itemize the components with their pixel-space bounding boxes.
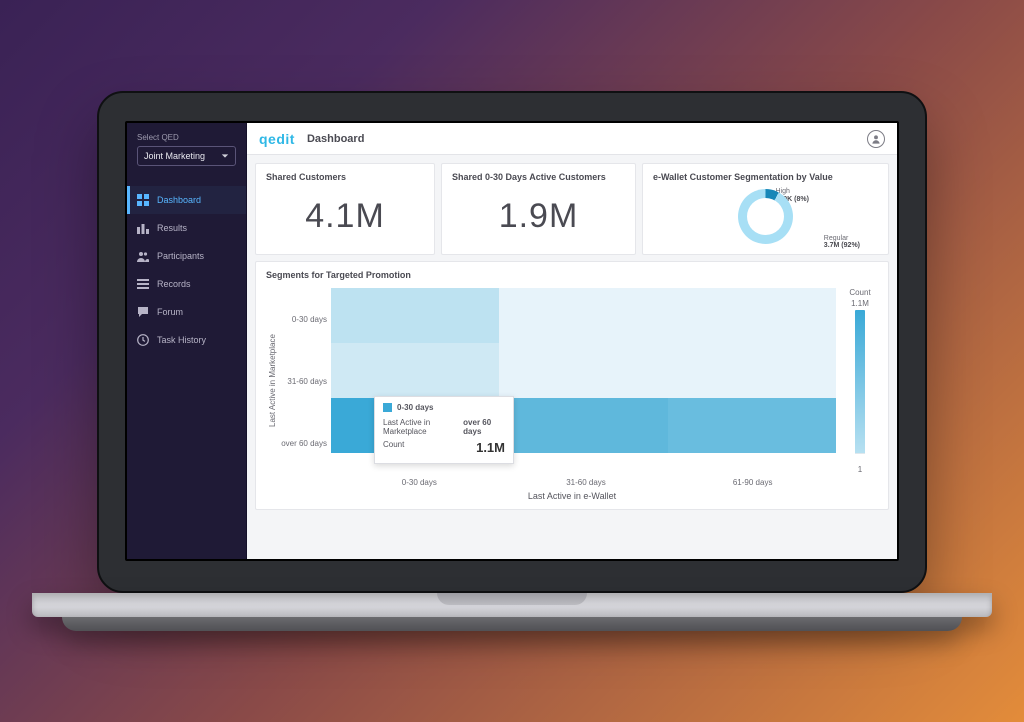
sidebar-item-records[interactable]: Records	[127, 270, 246, 298]
metric-value: 1.9M	[452, 186, 625, 246]
clock-icon	[137, 334, 149, 346]
qed-select-label: Select QED	[137, 133, 236, 142]
qed-select[interactable]: Joint Marketing	[137, 146, 236, 166]
card-title: Segments for Targeted Promotion	[266, 270, 878, 280]
list-icon	[137, 278, 149, 290]
legend-gradient	[855, 310, 865, 463]
metric-value: 4.1M	[266, 186, 424, 246]
sidebar-item-label: Dashboard	[157, 195, 201, 205]
heatmap-row: Segments for Targeted Promotion Last Act…	[255, 261, 889, 510]
laptop-lid: Select QED Joint Marketing Dashboard Res…	[97, 91, 927, 593]
card-title: e-Wallet Customer Segmentation by Value	[653, 172, 878, 182]
heatmap-cell[interactable]	[668, 288, 836, 343]
card-title: Shared Customers	[266, 172, 424, 182]
user-avatar[interactable]	[867, 130, 885, 148]
brand-logo: qedit	[259, 131, 295, 147]
heatmap-body: Last Active in Marketplace 0-30 days 31-…	[266, 284, 878, 474]
heatmap-cell[interactable]	[668, 398, 836, 453]
heatmap-ylabel: Last Active in Marketplace	[266, 288, 279, 474]
heatmap-legend: Count 1.1M 1	[836, 288, 878, 474]
sidebar-item-label: Records	[157, 279, 191, 289]
heatmap-tooltip: 0-30 days Last Active in Marketplace ove…	[374, 396, 514, 464]
sidebar-item-label: Results	[157, 223, 187, 233]
heatmap-cell[interactable]	[331, 343, 499, 398]
card-shared-customers: Shared Customers 4.1M	[255, 163, 435, 255]
user-icon	[871, 134, 881, 144]
sidebar-item-task-history[interactable]: Task History	[127, 326, 246, 354]
content: Shared Customers 4.1M Shared 0-30 Days A…	[247, 155, 897, 559]
laptop-frame: Select QED Joint Marketing Dashboard Res…	[97, 91, 927, 631]
main: qedit Dashboard Shared Customers 4.1M	[247, 123, 897, 559]
heatmap-cell[interactable]	[331, 288, 499, 343]
sidebar-item-results[interactable]: Results	[127, 214, 246, 242]
chevron-down-icon	[221, 152, 229, 160]
sidebar-item-participants[interactable]: Participants	[127, 242, 246, 270]
sidebar-item-forum[interactable]: Forum	[127, 298, 246, 326]
card-heatmap: Segments for Targeted Promotion Last Act…	[255, 261, 889, 510]
topbar: qedit Dashboard	[247, 123, 897, 155]
bar-chart-icon	[137, 222, 149, 234]
people-icon	[137, 250, 149, 262]
sidebar-item-label: Forum	[157, 307, 183, 317]
sidebar-item-label: Task History	[157, 335, 206, 345]
app-screen: Select QED Joint Marketing Dashboard Res…	[125, 121, 899, 561]
sidebar-top: Select QED Joint Marketing	[127, 123, 246, 172]
metrics-row: Shared Customers 4.1M Shared 0-30 Days A…	[255, 163, 889, 255]
page-title: Dashboard	[307, 133, 364, 145]
card-title: Shared 0-30 Days Active Customers	[452, 172, 625, 182]
card-segmentation-donut: e-Wallet Customer Segmentation by Value …	[642, 163, 889, 255]
sidebar-item-dashboard[interactable]: Dashboard	[127, 186, 246, 214]
donut-label-regular: Regular 3.7M (92%)	[824, 235, 860, 250]
sidebar: Select QED Joint Marketing Dashboard Res…	[127, 123, 247, 559]
laptop-base	[32, 593, 992, 631]
tooltip-swatch	[383, 403, 392, 412]
heatmap-cell[interactable]	[499, 288, 667, 343]
heatmap-cell[interactable]	[499, 398, 667, 453]
heatmap-yaxis: 0-30 days 31-60 days over 60 days	[279, 288, 331, 474]
heatmap-xaxis: 0-30 days 31-60 days 61-90 days	[336, 474, 836, 487]
donut-chart: High 350K (8%) Regular 3.7M (92%)	[653, 186, 878, 246]
heatmap-cell[interactable]	[668, 343, 836, 398]
donut-ring	[738, 189, 793, 244]
heatmap-xlabel: Last Active in e-Wallet	[266, 487, 878, 501]
card-active-customers: Shared 0-30 Days Active Customers 1.9M	[441, 163, 636, 255]
grid-icon	[137, 194, 149, 206]
sidebar-item-label: Participants	[157, 251, 204, 261]
heatmap-cell[interactable]	[499, 343, 667, 398]
sidebar-nav: Dashboard Results Participants Records	[127, 186, 246, 559]
chat-icon	[137, 306, 149, 318]
qed-select-value: Joint Marketing	[144, 151, 205, 161]
